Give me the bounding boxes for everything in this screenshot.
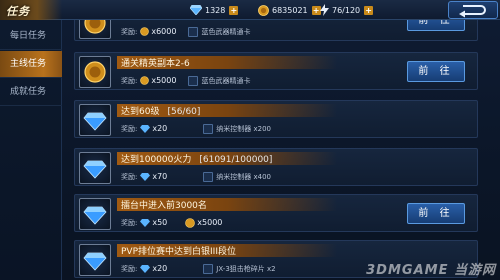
diamond-icon [83, 112, 107, 131]
diamond-icon [83, 252, 107, 271]
task-card: 通关精英副本2-6 奖励: x5000 蓝色武器精通卡 前 往 [74, 52, 478, 90]
reward-label: 奖励: [121, 264, 138, 273]
reward-qty: x20 [152, 124, 168, 133]
reward-row: 奖励: x20 纳米控制器 x200 [121, 122, 271, 135]
diamond-icon [140, 172, 151, 181]
task-category-sidebar: 每日任务 主线任务 成就任务 [0, 20, 62, 280]
task-icon [79, 198, 111, 230]
add-energy-button[interactable]: + [364, 5, 374, 15]
watermark: 3DMGAME 当游网 [366, 263, 496, 278]
task-card: 擂台中进入前3000名 奖励: x50 x5000 前 往 [74, 194, 478, 232]
reward-row: 奖励: x50 x5000 [121, 216, 222, 229]
reward-row: 奖励: x20 JX-3狙击枪碎片 x2 [121, 262, 276, 275]
reward-row: 奖励: x6000 蓝色武器精通卡 [121, 25, 250, 38]
reward-qty: x50 [152, 218, 168, 227]
task-icon [79, 244, 111, 276]
task-card: 奖励: x6000 蓝色武器精通卡 前 往 [74, 20, 478, 41]
go-button[interactable]: 前 往 [407, 203, 465, 224]
diamond-icon [140, 218, 151, 227]
task-card: 达到60级 [56/60] 奖励: x20 纳米控制器 x200 [74, 100, 478, 138]
task-title: 擂台中进入前3000名 [121, 201, 207, 211]
reward-item: 纳米控制器 x400 [216, 172, 272, 181]
diamond-resource: 1328 + [190, 3, 239, 17]
controller-icon [203, 123, 214, 134]
gold-resource: 6835021 + [258, 3, 321, 17]
add-diamond-button[interactable]: + [229, 5, 239, 15]
diamond-icon [83, 206, 107, 225]
reward-label: 奖励: [121, 124, 138, 133]
back-arrow-icon [459, 5, 486, 18]
diamond-icon [190, 5, 202, 15]
task-progress: [56/60] [167, 107, 201, 117]
task-title: 达到100000火力 [61091/100000] [121, 155, 273, 165]
go-button[interactable]: 前 往 [407, 61, 465, 82]
task-card: 达到100000火力 [61091/100000] 奖励: x70 纳米控制器 x… [74, 148, 478, 186]
task-icon [79, 152, 111, 184]
diamond-icon [140, 264, 151, 273]
diamond-count: 1328 [205, 5, 226, 15]
task-progress: [61091/100000] [199, 155, 273, 165]
sidebar-item-daily[interactable]: 每日任务 [0, 23, 62, 50]
reward-label: 奖励: [121, 172, 138, 181]
reward-qty: x70 [152, 172, 168, 181]
card-icon [188, 75, 199, 86]
card-icon [188, 26, 199, 37]
gold-coin-icon [185, 217, 196, 228]
reward-item: JX-3狙击枪碎片 x2 [216, 264, 276, 273]
task-icon [79, 104, 111, 136]
reward-row: 奖励: x5000 蓝色武器精通卡 [121, 74, 250, 87]
task-title: PVP排位赛中达到白银III段位 [121, 247, 236, 257]
gold-count: 6835021 [272, 5, 308, 15]
task-title: 达到60级 [56/60] [121, 107, 201, 117]
reward-qty: x5000 [197, 218, 223, 227]
reward-item: 纳米控制器 x200 [216, 124, 272, 133]
reward-label: 奖励: [121, 27, 138, 36]
fragment-icon [203, 263, 214, 274]
gold-coin-icon [140, 27, 150, 36]
sidebar-item-achievement[interactable]: 成就任务 [0, 79, 62, 106]
reward-item: 蓝色武器精通卡 [201, 76, 251, 85]
energy-icon [320, 4, 329, 16]
reward-label: 奖励: [121, 218, 138, 227]
controller-icon [203, 171, 214, 182]
energy-count: 76/120 [332, 5, 361, 15]
energy-resource: 76/120 + [320, 3, 374, 17]
page-title: 任务 [6, 5, 30, 18]
gold-coin-icon [84, 61, 106, 83]
task-list: 奖励: x6000 蓝色武器精通卡 前 往 通关精英副本2-6 奖励: x500… [62, 20, 500, 280]
reward-qty: x5000 [151, 76, 177, 85]
task-icon [79, 20, 111, 39]
reward-qty: x20 [152, 264, 168, 273]
top-bar: 任务 1328 + 6835021 + 76/120 + [0, 0, 500, 20]
gold-coin-icon [258, 4, 269, 16]
task-icon [79, 56, 111, 88]
go-button[interactable]: 前 往 [407, 20, 465, 31]
game-screen: 任务 1328 + 6835021 + 76/120 + 每日任务 主线任务 成… [0, 0, 500, 280]
reward-item: 蓝色武器精通卡 [201, 27, 251, 36]
diamond-icon [140, 124, 151, 133]
reward-row: 奖励: x70 纳米控制器 x400 [121, 170, 271, 183]
gold-coin-icon [84, 20, 106, 34]
reward-label: 奖励: [121, 76, 138, 85]
diamond-icon [83, 160, 107, 179]
back-button[interactable] [448, 1, 498, 19]
gold-coin-icon [140, 76, 150, 85]
task-title: 通关精英副本2-6 [121, 59, 190, 69]
sidebar-item-main[interactable]: 主线任务 [0, 51, 62, 78]
reward-qty: x6000 [151, 27, 177, 36]
